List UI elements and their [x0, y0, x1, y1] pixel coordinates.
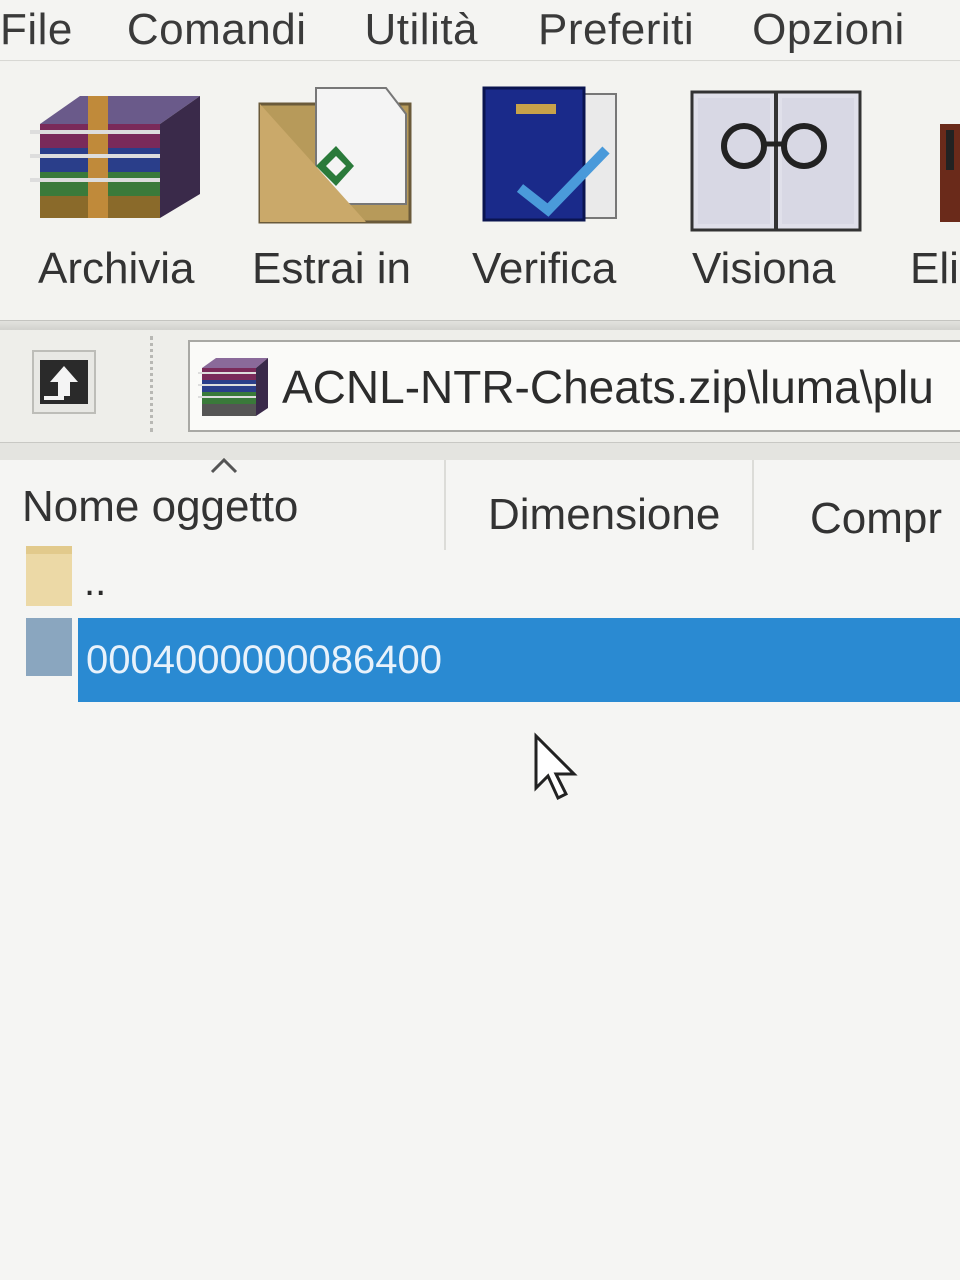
winrar-archive-icon: [30, 84, 200, 229]
menu-preferiti[interactable]: Preferiti: [538, 5, 694, 55]
address-bar: ACNL-NTR-Cheats.zip\luma\plu: [0, 330, 960, 442]
file-list: Nome oggetto Dimensione Compr .. 0004000…: [0, 457, 960, 1280]
archive-label: Archivia: [38, 244, 195, 293]
address-path-text: ACNL-NTR-Cheats.zip\luma\plu: [282, 361, 934, 413]
up-folder-button[interactable]: [32, 350, 96, 414]
list-item-name: ..: [84, 560, 107, 604]
extract-label: Estrai in: [252, 244, 411, 293]
test-label: Verifica: [472, 244, 617, 293]
delete-icon: [938, 84, 960, 229]
test-checkmark-icon: [480, 84, 630, 229]
address-divider: [0, 442, 960, 461]
extract-folder-icon: [256, 84, 416, 229]
menu-opzioni[interactable]: Opzioni: [752, 5, 905, 55]
column-header-size-label: Dimensione: [488, 490, 721, 539]
view-label: Visiona: [692, 244, 836, 293]
view-glasses-book-icon: [688, 84, 864, 239]
column-header-compressed-label: Compr: [810, 494, 943, 543]
toolbar: Archivia Estrai in Verifica Visiona Eli: [0, 62, 960, 320]
list-item-name: 0004000000086400: [78, 618, 960, 702]
column-header-size[interactable]: Dimensione: [446, 460, 752, 550]
column-header-compressed[interactable]: Compr: [754, 460, 960, 550]
menu-file[interactable]: File: [0, 5, 73, 55]
up-arrow-icon: [40, 360, 88, 404]
list-item-parent[interactable]: ..: [0, 546, 960, 606]
folder-icon: [26, 618, 74, 683]
column-header-name[interactable]: Nome oggetto: [0, 460, 444, 550]
list-item-selected[interactable]: 0004000000086400: [0, 618, 960, 702]
folder-up-icon: [26, 546, 74, 611]
address-separator: [150, 336, 153, 432]
menu-comandi[interactable]: Comandi: [127, 5, 307, 55]
delete-label: Eli: [910, 244, 959, 293]
mouse-cursor-icon: [532, 732, 582, 809]
menu-bar: File Comandi Utilità Preferiti Opzioni: [0, 0, 960, 61]
column-header-name-label: Nome oggetto: [22, 482, 299, 531]
address-path-field[interactable]: ACNL-NTR-Cheats.zip\luma\plu: [188, 340, 960, 432]
menu-utilita[interactable]: Utilità: [365, 5, 479, 55]
zip-archive-icon: [198, 354, 268, 425]
